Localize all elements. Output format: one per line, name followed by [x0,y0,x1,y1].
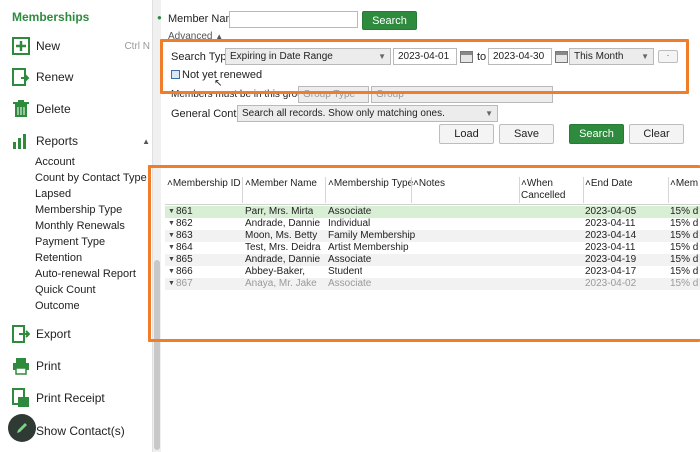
delete-label: Delete [36,102,71,116]
collapse-caret-icon[interactable]: ▲ [142,137,150,146]
export-label: Export [36,327,71,341]
load-button[interactable]: Load [439,124,494,144]
export-icon [10,324,32,344]
show-contacts-label: Show Contact(s) [36,424,125,438]
reports-label: Reports [36,134,79,148]
print-button[interactable]: Print [10,355,150,377]
highlight-box-results [148,165,700,342]
general-control-value: Search all records. Show only matching o… [242,108,445,119]
plus-icon [10,36,32,56]
print-receipt-label: Print Receipt [36,391,105,405]
receipt-icon [10,388,32,408]
new-label: New [36,39,61,53]
report-retention[interactable]: Retention [35,250,82,266]
delete-button[interactable]: Delete [10,98,150,120]
renew-button[interactable]: Renew [10,66,150,88]
report-membership-type[interactable]: Membership Type [35,202,122,218]
print-label: Print [36,359,61,373]
new-button[interactable]: New Ctrl N [10,35,150,57]
report-monthly-renewals[interactable]: Monthly Renewals [35,218,125,234]
save-button[interactable]: Save [499,124,554,144]
report-count-by-contact-type[interactable]: Count by Contact Type [35,170,147,186]
printer-icon [10,356,32,376]
edit-pen-icon[interactable] [8,414,36,442]
report-outcome[interactable]: Outcome [35,298,80,314]
dropdown-arrow-icon: ▼ [485,109,493,118]
sidebar: Memberships New Ctrl N Renew Delete Repo… [0,0,153,452]
member-name-input[interactable] [229,11,358,28]
clear-button[interactable]: Clear [629,124,684,144]
highlight-box-criteria [160,39,689,94]
trash-icon [10,99,32,119]
quick-search-button[interactable]: Search [362,11,417,30]
renew-label: Renew [36,70,74,84]
report-account[interactable]: Account [35,154,75,170]
search-button[interactable]: Search [569,124,624,144]
renew-icon [10,67,32,87]
print-receipt-button[interactable]: Print Receipt [10,387,150,409]
report-lapsed[interactable]: Lapsed [35,186,71,202]
report-payment-type[interactable]: Payment Type [35,234,105,250]
sidebar-title: Memberships [12,10,90,24]
report-quick-count[interactable]: Quick Count [35,282,96,298]
export-button[interactable]: Export [10,323,150,345]
new-shortcut: Ctrl N [124,40,150,52]
bullet-icon: ● [157,13,162,22]
reports-section[interactable]: Reports ▲ [10,130,150,152]
general-control-select[interactable]: Search all records. Show only matching o… [237,105,498,122]
bar-chart-icon [10,131,32,151]
report-auto-renewal[interactable]: Auto-renewal Report [35,266,136,282]
